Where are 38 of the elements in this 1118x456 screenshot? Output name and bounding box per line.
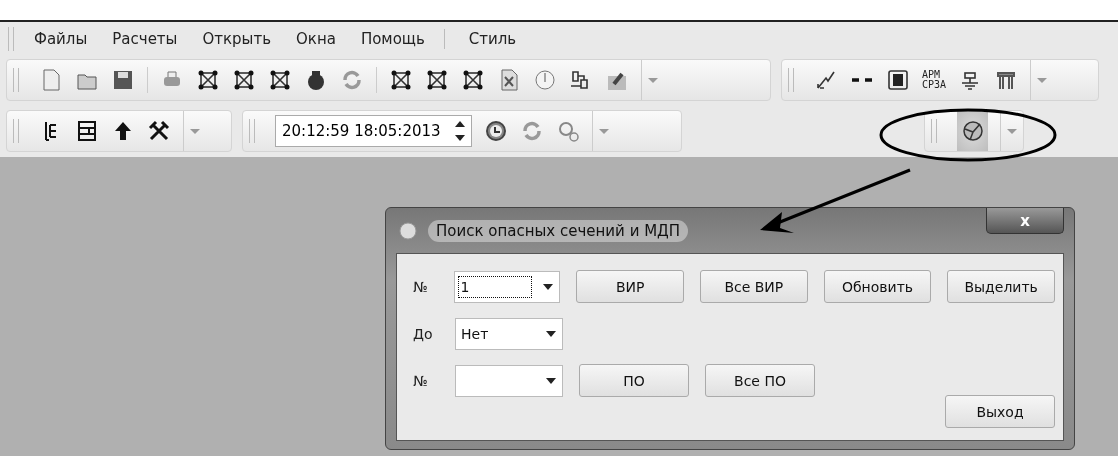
field-label: № xyxy=(413,278,429,295)
globe-icon xyxy=(960,119,985,143)
menu-item[interactable]: Расчеты xyxy=(112,29,178,48)
toolbar-button[interactable] xyxy=(957,111,988,151)
dialog-button[interactable]: Все ПО xyxy=(705,364,815,397)
dialog-button[interactable]: Выделить xyxy=(947,270,1055,303)
time-field[interactable]: 20:12:59 18:05:2013 xyxy=(275,115,472,147)
node-grid-icon[interactable] xyxy=(389,68,413,92)
spinner-arrows-icon[interactable] xyxy=(454,120,465,142)
node-grid-icon[interactable] xyxy=(461,68,485,92)
menu-item[interactable]: Открыть xyxy=(202,29,271,48)
field-label: № xyxy=(413,372,429,389)
close-button[interactable]: x xyxy=(986,208,1064,234)
dialog-title: Поиск опасных сечений и МДП xyxy=(428,219,689,242)
focus-outline: 1 xyxy=(459,276,532,297)
refresh-icon[interactable] xyxy=(340,68,364,92)
field-label: До xyxy=(413,325,434,342)
clock-icon[interactable] xyxy=(483,119,508,143)
dialog-button[interactable]: ВИР xyxy=(576,270,684,303)
node-grid-icon[interactable] xyxy=(425,68,449,92)
dialog-button[interactable]: ПО xyxy=(579,364,689,397)
list-icon[interactable] xyxy=(75,119,99,143)
combo-box[interactable]: 1 xyxy=(454,270,561,303)
node-grid-icon[interactable] xyxy=(196,68,220,92)
menu-item[interactable]: Файлы xyxy=(34,29,88,48)
chip-icon[interactable] xyxy=(886,68,910,92)
compass-icon[interactable] xyxy=(533,68,557,92)
menu-item[interactable]: Стиль xyxy=(468,29,517,48)
dialog-button[interactable]: Все ВИР xyxy=(700,270,808,303)
tools-icon[interactable] xyxy=(147,119,171,143)
combo-box[interactable]: Нет xyxy=(455,317,563,350)
toolbar-label[interactable]: АРМ СРЗА xyxy=(922,70,947,90)
dialog-button[interactable]: Обновить xyxy=(823,270,932,303)
menu-item[interactable]: Помощь xyxy=(360,29,425,48)
node-grid-icon[interactable] xyxy=(268,68,292,92)
node-grid-icon[interactable] xyxy=(232,68,256,92)
menu-item[interactable]: Окна xyxy=(296,29,336,48)
exit-button[interactable]: Выход xyxy=(945,395,1055,428)
